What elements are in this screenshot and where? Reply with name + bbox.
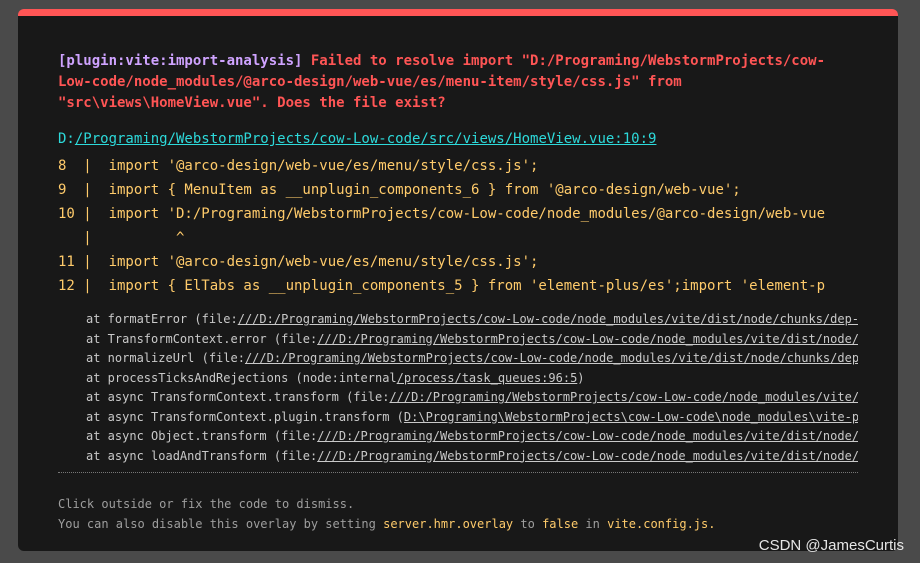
code-frame-line: 9 | import { MenuItem as __unplugin_comp… [58, 182, 741, 198]
file-link[interactable]: /Programing/WebstormProjects/cow-Low-cod… [75, 131, 657, 147]
divider [58, 472, 858, 473]
stack-line: at async loadAndTransform (file:///D:/Pr… [58, 447, 858, 467]
code-frame-line: 12 | import { ElTabs as __unplugin_compo… [58, 278, 826, 294]
tip-text: You can also disable this overlay by set… [58, 517, 384, 531]
code-frame-line: 8 | import '@arco-design/web-vue/es/menu… [58, 158, 539, 174]
tip-code: server.hmr.overlay [383, 517, 514, 531]
stack-link[interactable]: ///D:/Programing/WebstormProjects/cow-Lo… [389, 390, 858, 404]
stack-line: at async TransformContext.transform (fil… [58, 388, 858, 408]
stack-text: at async TransformContext.plugin.transfo… [86, 409, 404, 424]
code-frame-line: 10 | import 'D:/Programing/WebstormProje… [58, 206, 826, 222]
stack-line: at async Object.transform (file:///D:/Pr… [58, 427, 858, 447]
stack-text: at async loadAndTransform (file: [86, 448, 318, 463]
stack-line: at async TransformContext.plugin.transfo… [58, 408, 858, 428]
tip-code: false [542, 517, 579, 531]
tip-text: in [578, 517, 608, 531]
stack-link[interactable]: ///D:/Programing/WebstormProjects/cow-Lo… [245, 351, 858, 365]
tip-text: to [513, 517, 543, 531]
stack-link[interactable]: D:\Programing\WebstormProjects\cow-Low-c… [404, 410, 858, 424]
error-overlay[interactable]: [plugin:vite:import-analysis] Failed to … [18, 9, 898, 551]
stack-trace: at formatError (file:///D:/Programing/We… [58, 310, 858, 466]
stack-text: ) [577, 370, 585, 385]
error-message: [plugin:vite:import-analysis] Failed to … [58, 51, 858, 114]
code-frame-caret-line: | ^ [58, 230, 185, 246]
stack-link[interactable]: ///D:/Programing/WebstormProjects/cow-Lo… [238, 312, 858, 326]
stack-link[interactable]: ///D:/Programing/WebstormProjects/cow-Lo… [317, 332, 858, 346]
stack-line: at TransformContext.error (file:///D:/Pr… [58, 330, 858, 350]
tip-line-2: You can also disable this overlay by set… [58, 514, 715, 534]
stack-text: at TransformContext.error (file: [86, 331, 318, 346]
stack-link[interactable]: ///D:/Programing/WebstormProjects/cow-Lo… [317, 429, 858, 443]
code-frame: 8 | import '@arco-design/web-vue/es/menu… [58, 154, 858, 298]
tip: Click outside or fix the code to dismiss… [58, 494, 715, 534]
tip-code: vite.config.js. [607, 517, 716, 531]
watermark: CSDN @JamesCurtis [758, 537, 904, 554]
file-drive: D: [58, 131, 75, 147]
stack-text: at async TransformContext.transform (fil… [86, 390, 390, 404]
stack-text: at normalizeUrl (file: [86, 351, 245, 365]
stack-link[interactable]: /process/task_queues:96:5 [397, 371, 578, 385]
stack-link[interactable]: ///D:/Programing/WebstormProjects/cow-Lo… [317, 449, 858, 463]
stack-line: at formatError (file:///D:/Programing/We… [58, 310, 858, 330]
plugin-name: [plugin:vite:import-analysis] [58, 53, 303, 69]
stack-line: at normalizeUrl (file:///D:/Programing/W… [58, 349, 858, 369]
error-file: D:/Programing/WebstormProjects/cow-Low-c… [58, 130, 656, 148]
stack-text: at processTicksAndRejections (node:inter… [86, 370, 397, 385]
stack-text: at async Object.transform (file: [86, 429, 318, 443]
code-frame-line: 11 | import '@arco-design/web-vue/es/men… [58, 254, 539, 270]
stack-text: at formatError (file: [86, 312, 238, 326]
tip-line-1: Click outside or fix the code to dismiss… [58, 497, 355, 511]
stack-line: at processTicksAndRejections (node:inter… [58, 369, 858, 389]
